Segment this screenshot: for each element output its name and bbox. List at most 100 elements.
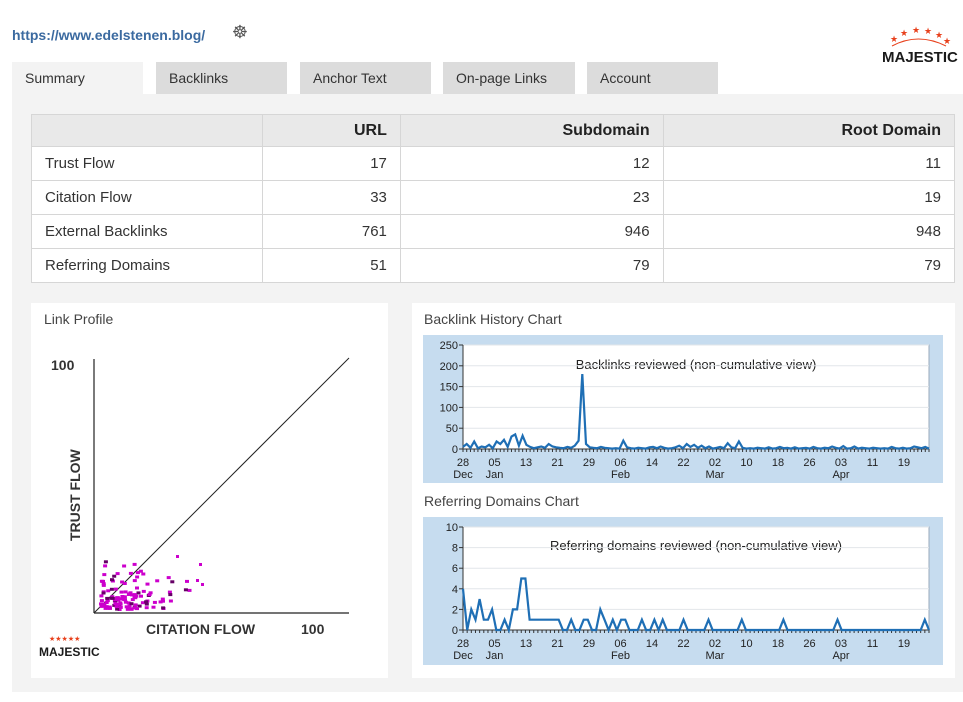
x-tick-label: 26 [803,638,815,650]
scatter-point [187,588,192,592]
metrics-table: URL Subdomain Root Domain Trust Flow 17 … [31,114,956,283]
x-tick-label: 28 [457,638,469,650]
scatter-point [99,599,104,603]
x-month-label: Mar [706,650,725,662]
x-month-label: Jan [486,650,504,662]
x-tick-label: 19 [898,457,910,469]
scatter-point [101,591,106,595]
y-tick-label: 150 [440,382,458,394]
svg-text:MAJESTIC: MAJESTIC [39,645,100,659]
scatter-point [129,602,134,606]
x-month-label: Dec [453,469,473,481]
scatter-point [201,583,204,586]
scatter-point [110,578,114,582]
settings-icon[interactable]: ☸ [230,22,250,42]
scatter-point [170,580,175,584]
logo-star-icon: ★ [890,34,898,44]
scatter-point [135,586,139,590]
scatter-point [132,562,137,566]
scatter-point [135,607,139,611]
x-tick-label: 02 [709,638,721,650]
scatter-point [145,582,150,586]
x-tick-label: 22 [677,638,689,650]
x-tick-label: 11 [867,638,878,650]
scatter-point [126,593,131,596]
y-tick-label: 2 [452,604,458,616]
scatter-point [103,564,108,568]
backlink-history-title: Backlink History Chart [424,311,562,327]
x-tick-label: 22 [677,457,689,469]
link-profile-panel: Link Profile 100 100 CITATION FLOW TRUST… [31,303,388,678]
scatter-point [122,564,127,568]
x-month-label: Feb [611,650,630,662]
scatter-point [129,607,134,611]
x-axis-label: CITATION FLOW [146,621,256,637]
x-tick-label: 02 [709,457,721,469]
scatter-point [168,599,173,603]
x-tick-label: 18 [772,638,784,650]
scatter-point [120,595,125,598]
scatter-point [106,589,111,593]
y-axis-label: TRUST FLOW [67,448,83,541]
scatter-point [148,591,153,595]
scatter-point [120,580,125,584]
row-label: Citation Flow [31,180,263,215]
y-tick-label: 8 [452,543,458,555]
x-tick-label: 10 [740,457,752,469]
column-header [31,114,263,147]
scatter-point [112,574,117,578]
tab-backlinks[interactable]: Backlinks [156,62,287,94]
svg-text:MAJESTIC: MAJESTIC [882,49,958,66]
svg-text:★: ★ [935,30,943,40]
referring-domains-chart: Referring domains reviewed (non-cumulati… [423,517,943,665]
x-tick-label: 21 [551,638,563,650]
tab-on-page-links[interactable]: On-page Links [443,62,575,94]
scatter-point [128,571,133,575]
scatter-point [101,583,106,587]
scatter-point [135,575,140,579]
svg-text:★: ★ [900,28,908,38]
scatter-point [113,602,118,606]
y-tick-label: 250 [440,340,458,352]
tab-account[interactable]: Account [587,62,718,94]
scatter-point [123,598,127,602]
cell-value: 33 [262,180,401,215]
tab-summary[interactable]: Summary [12,62,143,94]
scatter-point [199,563,202,566]
scatter-point [161,606,166,610]
y-tick-label: 4 [452,584,458,596]
scatter-point [104,605,109,609]
x-tick-label: 29 [583,457,595,469]
column-header-subdomain: Subdomain [399,114,664,147]
x-tick-label: 11 [867,457,878,469]
y-tick-label: 0 [452,444,458,456]
x-month-label: Apr [832,469,849,481]
x-tick-label: 06 [614,638,626,650]
row-label: Referring Domains [31,248,263,283]
scatter-point [151,605,156,609]
x-tick-label: 10 [740,638,752,650]
chart-caption: Backlinks reviewed (non-cumulative view) [576,357,817,372]
x-tick-label: 21 [551,457,563,469]
scatter-point [103,560,108,564]
table-row: External Backlinks 761 946 948 [31,214,956,249]
scatter-point [110,596,115,600]
x-month-label: Feb [611,469,630,481]
majestic-logo-small: ★★★★★ MAJESTIC [39,635,100,659]
x-tick-label: 14 [646,457,658,469]
site-url-link[interactable]: https://www.edelstenen.blog/ [12,27,205,43]
cell-value: 79 [399,248,664,283]
scatter-point [155,579,160,583]
y-tick-label: 0 [452,625,458,637]
y-tick-label: 6 [452,563,458,575]
scatter-point [101,579,105,583]
scatter-point [183,588,188,592]
scatter-point [176,555,179,558]
y-tick-label: 200 [440,361,458,373]
scatter-points [99,555,204,611]
x-tick-label: 18 [772,457,784,469]
tab-anchor-text[interactable]: Anchor Text [300,62,431,94]
y-tick-label: 50 [446,423,458,435]
cell-value: 51 [262,248,401,283]
scatter-point [132,579,137,583]
